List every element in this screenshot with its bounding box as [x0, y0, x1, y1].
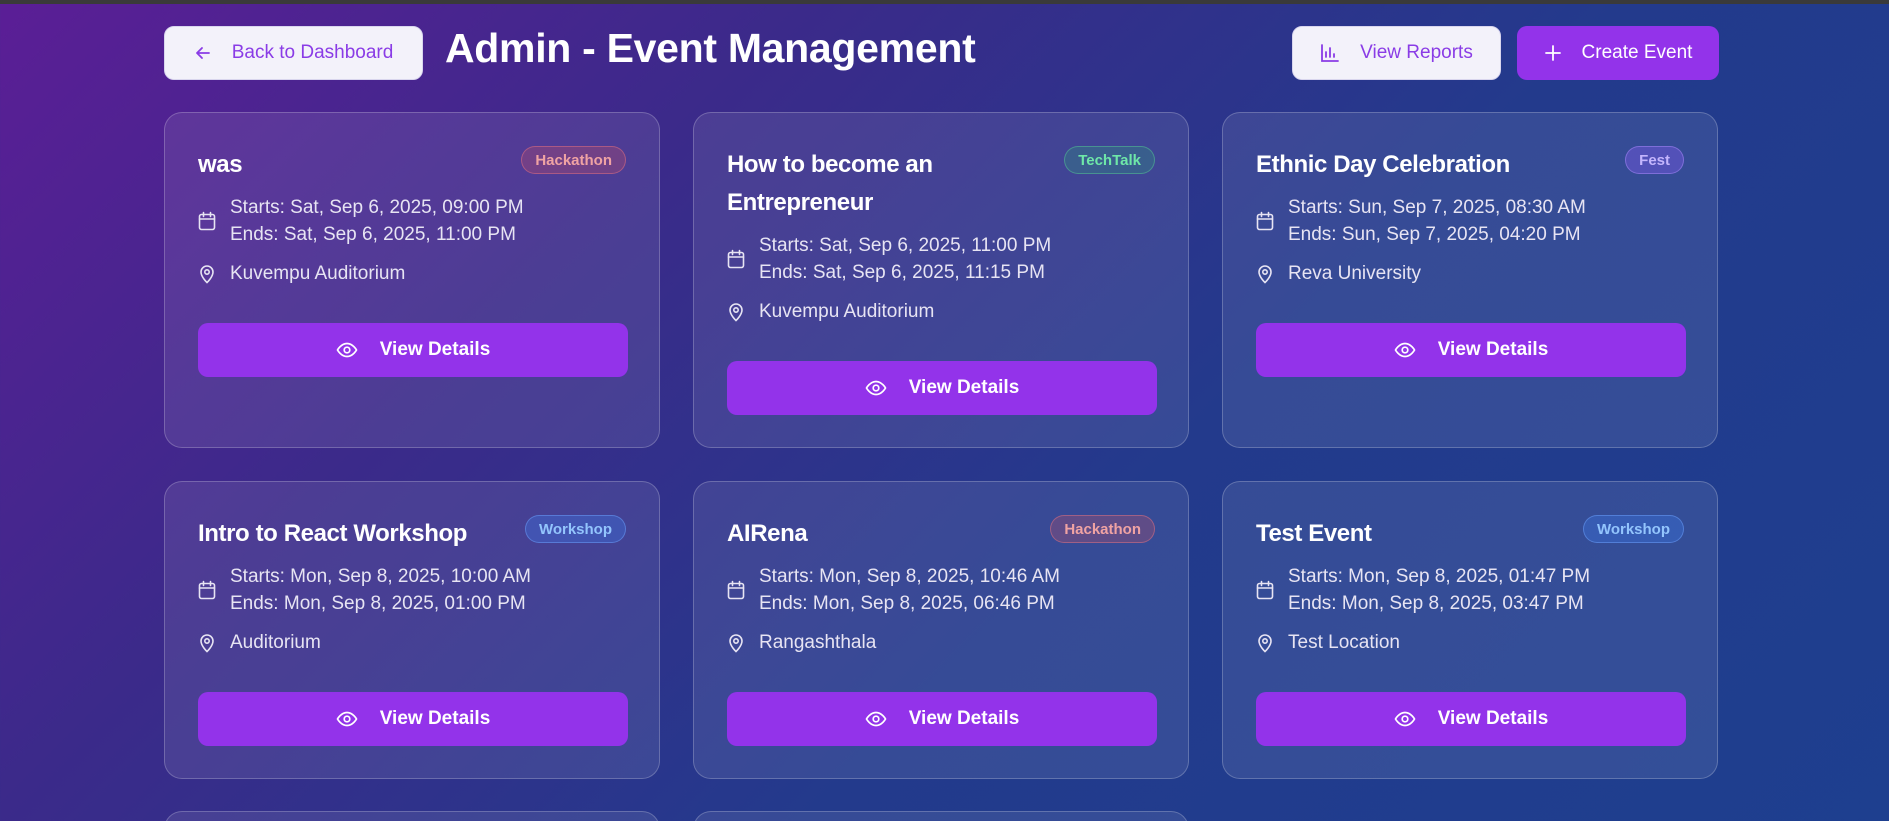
event-grid: was Hackathon Starts: Sat, Sep 6, 2025, … [164, 112, 1719, 779]
calendar-icon [727, 580, 745, 600]
map-pin-icon [727, 633, 745, 653]
create-event-label: Create Event [1581, 42, 1693, 63]
end-time: Ends: Sun, Sep 7, 2025, 04:20 PM [1288, 224, 1581, 245]
location-label: Kuvempu Auditorium [230, 263, 406, 284]
location-label: Reva University [1288, 263, 1422, 284]
calendar-icon [1256, 211, 1274, 231]
eye-icon [336, 711, 358, 727]
view-details-button[interactable]: View Details [198, 692, 628, 746]
event-card-partial [164, 811, 660, 821]
event-title: Test Event [1256, 520, 1372, 547]
view-details-label: View Details [379, 708, 491, 729]
category-badge: Workshop [524, 515, 626, 543]
view-details-button[interactable]: View Details [1256, 323, 1686, 377]
view-reports-label: View Reports [1360, 42, 1473, 63]
category-badge: Hackathon [1050, 515, 1155, 543]
location-label: Auditorium [230, 632, 321, 653]
view-details-label: View Details [908, 708, 1020, 729]
back-to-dashboard-button[interactable]: Back to Dashboard [164, 26, 423, 80]
create-event-button[interactable]: Create Event [1517, 26, 1719, 80]
page-container: Back to Dashboard Admin - Event Manageme… [164, 0, 1719, 821]
start-time: Starts: Sun, Sep 7, 2025, 08:30 AM [1288, 197, 1586, 218]
end-time: Ends: Mon, Sep 8, 2025, 01:00 PM [230, 593, 526, 614]
event-location: Rangashthala [727, 629, 1155, 656]
view-reports-button[interactable]: View Reports [1292, 26, 1501, 80]
calendar-icon [727, 249, 745, 269]
event-dates: Starts: Sun, Sep 7, 2025, 08:30 AM Ends: … [1256, 194, 1684, 248]
eye-icon [1394, 342, 1416, 358]
view-details-label: View Details [1437, 339, 1549, 360]
event-location: Auditorium [198, 629, 626, 656]
event-dates: Starts: Mon, Sep 8, 2025, 01:47 PM Ends: … [1256, 563, 1684, 617]
view-details-button[interactable]: View Details [727, 361, 1157, 415]
start-time: Starts: Sat, Sep 6, 2025, 09:00 PM [230, 197, 524, 218]
back-to-dashboard-label: Back to Dashboard [231, 42, 394, 63]
event-card: AIRena Hackathon Starts: Mon, Sep 8, 202… [693, 481, 1189, 779]
eye-icon [865, 711, 887, 727]
end-time: Ends: Mon, Sep 8, 2025, 03:47 PM [1288, 593, 1584, 614]
arrow-left-icon [194, 44, 212, 62]
event-location: Reva University [1256, 260, 1684, 287]
end-time: Ends: Sat, Sep 6, 2025, 11:00 PM [230, 224, 516, 245]
view-details-button[interactable]: View Details [727, 692, 1157, 746]
event-location: Kuvempu Auditorium [727, 298, 1155, 325]
map-pin-icon [198, 264, 216, 284]
view-details-button[interactable]: View Details [1256, 692, 1686, 746]
event-card: Intro to React Workshop Workshop Starts:… [164, 481, 660, 779]
event-title: AIRena [727, 520, 808, 547]
map-pin-icon [727, 302, 745, 322]
page-title: Admin - Event Management [445, 25, 976, 71]
map-pin-icon [198, 633, 216, 653]
end-time: Ends: Sat, Sep 6, 2025, 11:15 PM [759, 262, 1045, 283]
eye-icon [336, 342, 358, 358]
event-card: Test Event Workshop Starts: Mon, Sep 8, … [1222, 481, 1718, 779]
page-header: Back to Dashboard Admin - Event Manageme… [164, 0, 1719, 104]
category-badge: TechTalk [1064, 146, 1155, 174]
event-title: Intro to React Workshop [198, 520, 468, 547]
event-title: How to become an Entrepreneur [727, 151, 933, 216]
view-details-label: View Details [908, 377, 1020, 398]
location-label: Test Location [1288, 632, 1400, 653]
location-label: Kuvempu Auditorium [759, 301, 935, 322]
plus-icon [1544, 44, 1562, 62]
event-location: Kuvempu Auditorium [198, 260, 626, 287]
event-title: Ethnic Day Celebration [1256, 151, 1510, 178]
event-card-partial [693, 811, 1189, 821]
category-badge: Hackathon [521, 146, 626, 174]
calendar-icon [198, 580, 216, 600]
eye-icon [1394, 711, 1416, 727]
bar-chart-icon [1320, 43, 1340, 63]
end-time: Ends: Mon, Sep 8, 2025, 06:46 PM [759, 593, 1055, 614]
start-time: Starts: Mon, Sep 8, 2025, 01:47 PM [1288, 566, 1591, 587]
location-label: Rangashthala [759, 632, 877, 653]
map-pin-icon [1256, 633, 1274, 653]
start-time: Starts: Mon, Sep 8, 2025, 10:46 AM [759, 566, 1061, 587]
calendar-icon [198, 211, 216, 231]
view-details-label: View Details [379, 339, 491, 360]
start-time: Starts: Sat, Sep 6, 2025, 11:00 PM [759, 235, 1052, 256]
view-details-button[interactable]: View Details [198, 323, 628, 377]
event-title: was [198, 151, 243, 178]
event-card: How to become an Entrepreneur TechTalk S… [693, 112, 1189, 448]
calendar-icon [1256, 580, 1274, 600]
event-dates: Starts: Sat, Sep 6, 2025, 09:00 PM Ends: … [198, 194, 626, 248]
category-badge: Workshop [1582, 515, 1684, 543]
event-dates: Starts: Mon, Sep 8, 2025, 10:46 AM Ends: … [727, 563, 1155, 617]
event-location: Test Location [1256, 629, 1684, 656]
event-card: Ethnic Day Celebration Fest Starts: Sun,… [1222, 112, 1718, 448]
event-card: was Hackathon Starts: Sat, Sep 6, 2025, … [164, 112, 660, 448]
view-details-label: View Details [1437, 708, 1549, 729]
eye-icon [865, 380, 887, 396]
event-dates: Starts: Mon, Sep 8, 2025, 10:00 AM Ends: … [198, 563, 626, 617]
category-badge: Fest [1625, 146, 1684, 174]
start-time: Starts: Mon, Sep 8, 2025, 10:00 AM [230, 566, 532, 587]
event-dates: Starts: Sat, Sep 6, 2025, 11:00 PM Ends: … [727, 232, 1155, 286]
map-pin-icon [1256, 264, 1274, 284]
